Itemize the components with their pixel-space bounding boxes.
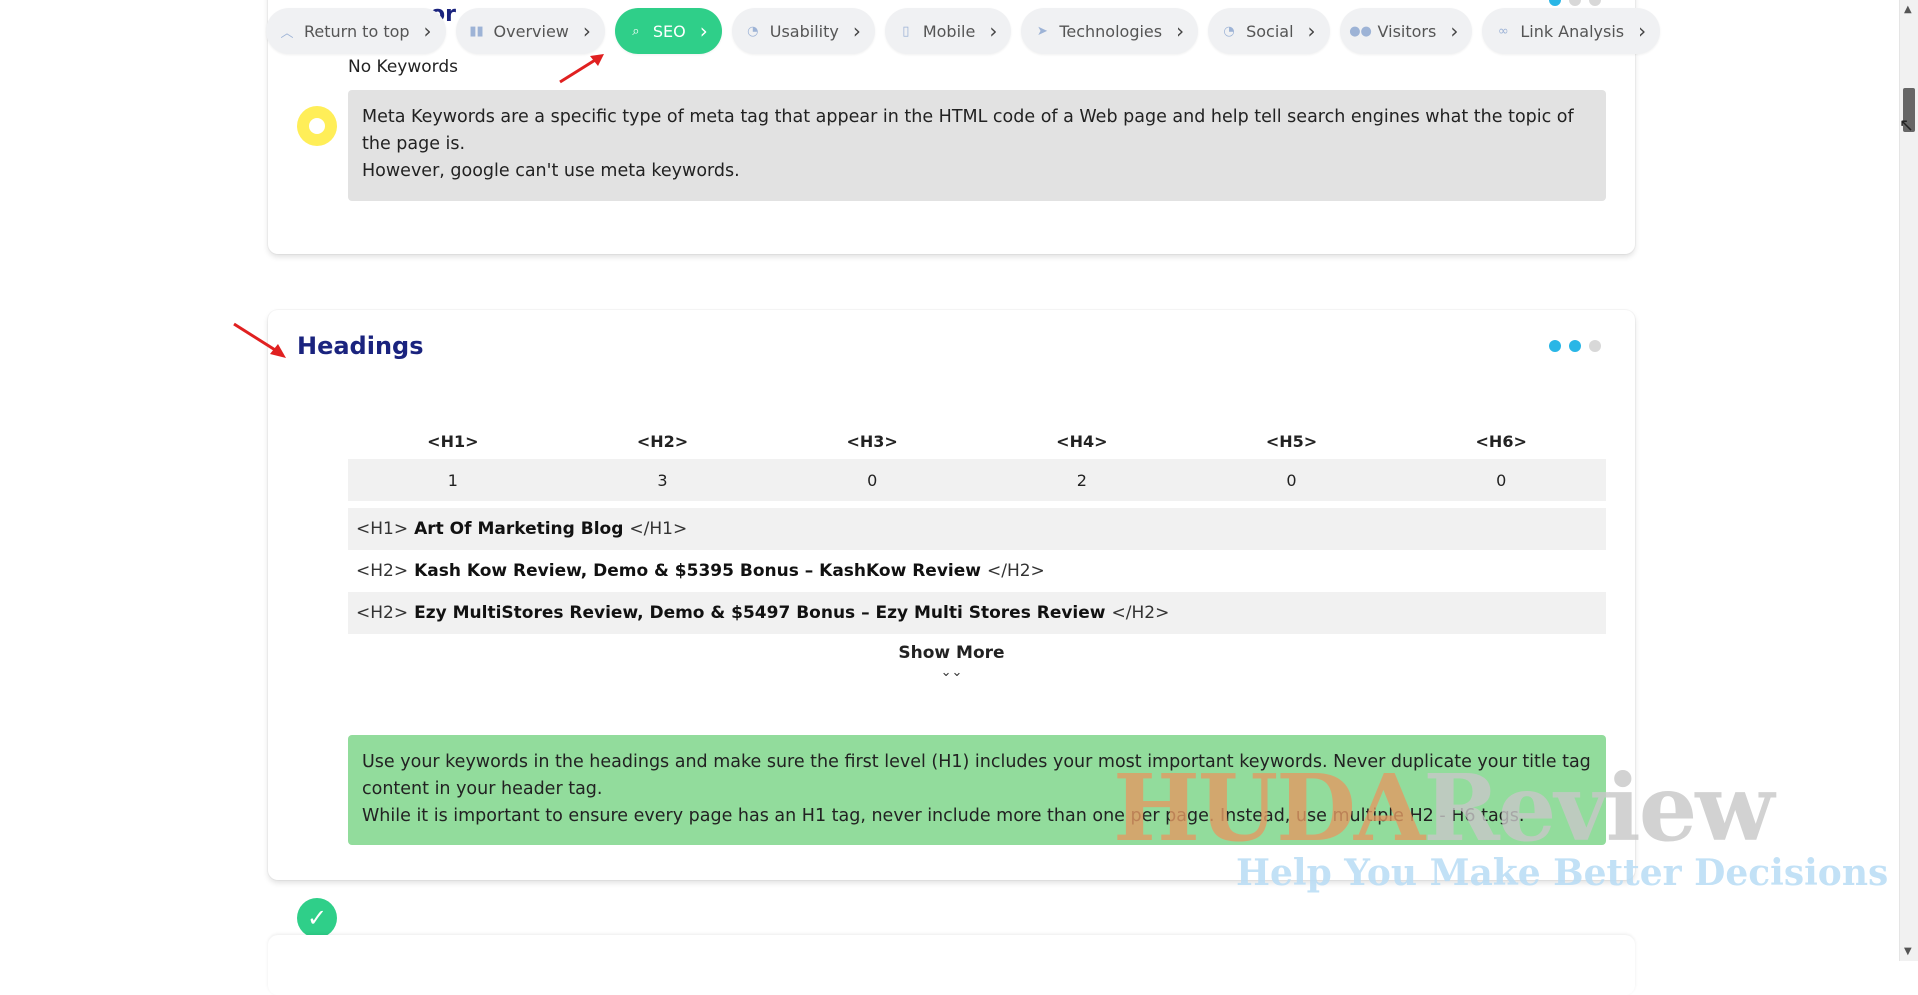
watermark-logo: HUDAReview — [1113, 762, 1774, 854]
nav-social[interactable]: ◔ Social › — [1208, 8, 1330, 54]
chevron-right-icon: › — [1176, 19, 1185, 43]
scroll-up-icon[interactable]: ▲ — [1904, 4, 1912, 15]
heading-close-tag: </H2> — [1111, 603, 1170, 623]
paper-plane-icon: ➤ — [1036, 23, 1048, 39]
heading-list: <H1> Art Of Marketing Blog </H1> <H2> Ka… — [348, 508, 1606, 634]
table-header: <H6> — [1475, 431, 1527, 451]
nav-label: Overview — [493, 21, 569, 41]
list-item: <H1> Art Of Marketing Blog </H1> — [348, 508, 1606, 550]
nav-technologies[interactable]: ➤ Technologies › — [1021, 8, 1199, 54]
users-icon: ●● — [1349, 23, 1372, 39]
heading-open-tag: <H2> — [356, 603, 409, 623]
heading-open-tag: <H1> — [356, 519, 409, 539]
carousel-dots[interactable] — [1549, 340, 1601, 352]
info-text: However, google can't use meta keywords. — [362, 161, 740, 181]
table-header-row: <H1> <H2> <H3> <H4> <H5> <H6> — [348, 423, 1606, 459]
nav-return-to-top[interactable]: ︿ Return to top › — [266, 8, 446, 54]
heading-close-tag: </H2> — [986, 561, 1045, 581]
carousel-dot[interactable] — [1549, 340, 1561, 352]
thumbs-up-icon: ◔ — [747, 23, 759, 39]
nav-link-analysis[interactable]: ∞ Link Analysis › — [1482, 8, 1661, 54]
heading-text: Kash Kow Review, Demo & $5395 Bonus – Ka… — [414, 561, 981, 581]
nav-mobile[interactable]: ▯ Mobile › — [884, 8, 1012, 54]
show-more-button[interactable]: Show More — [268, 643, 1635, 663]
carousel-dot[interactable] — [1589, 340, 1601, 352]
table-row: 1 3 0 2 0 0 — [348, 459, 1606, 501]
link-icon: ∞ — [1497, 23, 1509, 39]
nav-overview[interactable]: ▮▮ Overview › — [455, 8, 605, 54]
chevron-right-icon: › — [582, 19, 591, 43]
table-header: <H3> — [846, 431, 898, 451]
nav-label: Return to top — [304, 21, 410, 41]
search-icon: ⌕ — [632, 23, 640, 39]
nav-usability[interactable]: ◔ Usability › — [731, 8, 875, 54]
warning-status-icon — [297, 106, 337, 146]
annotation-arrow-icon — [233, 322, 286, 358]
keywords-status: No Keywords — [348, 57, 458, 77]
scroll-down-icon[interactable]: ▼ — [1904, 946, 1912, 957]
thumbs-up-icon: ◔ — [1223, 23, 1235, 39]
chevron-double-down-icon[interactable]: ⌄⌄ — [268, 665, 1635, 680]
nav-label: Visitors — [1377, 21, 1437, 41]
carousel-dot[interactable] — [1569, 340, 1581, 352]
info-text: Meta Keywords are a specific type of met… — [362, 107, 1574, 154]
table-cell: 0 — [1496, 470, 1507, 490]
headings-title: Headings — [297, 332, 424, 360]
nav-label: Technologies — [1059, 21, 1163, 41]
table-header: <H1> — [427, 431, 479, 451]
table-header: <H4> — [1056, 431, 1108, 451]
table-cell: 0 — [867, 470, 878, 490]
annotation-arrow-icon — [559, 54, 604, 84]
bar-chart-icon: ▮▮ — [469, 23, 484, 39]
nav-label: Mobile — [922, 21, 976, 41]
nav-label: Usability — [769, 21, 839, 41]
vertical-scrollbar[interactable]: ▲ ▼ — [1899, 0, 1918, 961]
nav-label: SEO — [652, 21, 686, 41]
table-cell: 3 — [657, 470, 668, 490]
chevron-up-icon: ︿ — [280, 25, 294, 41]
headings-count-table: <H1> <H2> <H3> <H4> <H5> <H6> 1 3 0 2 0 … — [348, 423, 1606, 501]
chevron-right-icon: › — [989, 19, 998, 43]
chevron-right-icon: › — [1638, 19, 1647, 43]
chevron-right-icon: › — [699, 19, 708, 43]
watermark-brand-2: Review — [1423, 754, 1774, 862]
chevron-right-icon: › — [852, 19, 861, 43]
nav-label: Social — [1246, 21, 1294, 41]
watermark-brand-1: HUDA — [1113, 754, 1425, 862]
table-cell: 0 — [1286, 470, 1297, 490]
next-card — [268, 935, 1635, 995]
chevron-right-icon: › — [1307, 19, 1316, 43]
nav-seo[interactable]: ⌕ SEO › — [614, 8, 722, 54]
watermark-tagline: Help You Make Better Decisions — [1236, 852, 1889, 894]
list-item: <H2> Ezy MultiStores Review, Demo & $549… — [348, 592, 1606, 634]
chevron-right-icon: › — [1450, 19, 1459, 43]
table-header: <H5> — [1265, 431, 1318, 451]
keywords-info-box: Meta Keywords are a specific type of met… — [348, 90, 1606, 201]
check-status-icon: ✓ — [297, 898, 337, 938]
mobile-icon: ▯ — [902, 23, 910, 39]
section-nav: ︿ Return to top › ▮▮ Overview › ⌕ SEO › … — [266, 6, 1661, 56]
heading-text: Art Of Marketing Blog — [414, 519, 624, 539]
table-cell: 1 — [447, 470, 458, 490]
heading-close-tag: </H1> — [629, 519, 688, 539]
table-cell: 2 — [1076, 470, 1087, 490]
chevron-right-icon: › — [423, 19, 432, 43]
nav-label: Link Analysis — [1520, 21, 1625, 41]
table-header: <H2> — [636, 431, 689, 451]
nav-visitors[interactable]: ●● Visitors › — [1339, 8, 1473, 54]
heading-open-tag: <H2> — [356, 561, 409, 581]
list-item: <H2> Kash Kow Review, Demo & $5395 Bonus… — [348, 550, 1606, 592]
mouse-cursor-icon: ↖ — [1898, 115, 1914, 136]
heading-text: Ezy MultiStores Review, Demo & $5497 Bon… — [414, 603, 1106, 623]
